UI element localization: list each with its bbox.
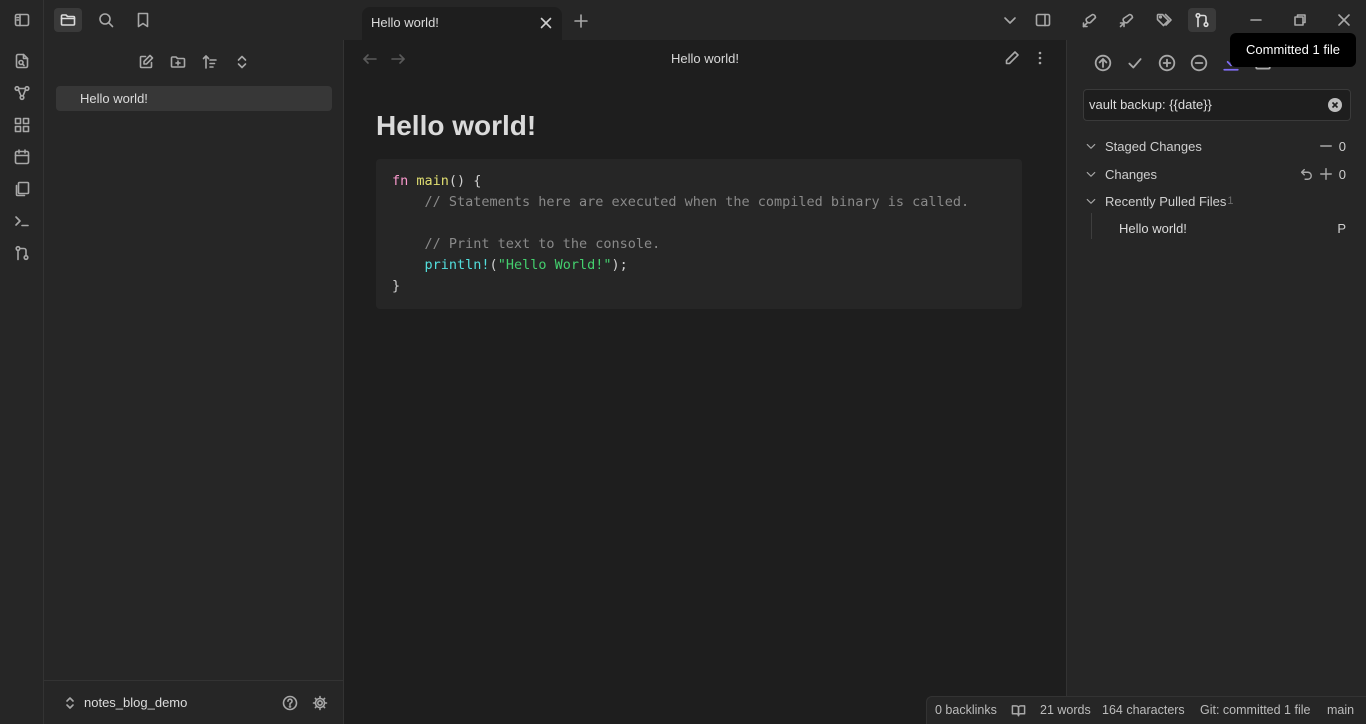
tab-title: Hello world! <box>371 15 439 30</box>
status-bar: 0 backlinks 21 words 164 characters Git:… <box>926 696 1366 724</box>
edit-mode-pencil-icon[interactable] <box>1004 50 1020 66</box>
discard-all-undo-icon[interactable] <box>1299 167 1313 181</box>
graph-view-icon[interactable] <box>14 85 30 101</box>
new-note-icon[interactable] <box>136 52 156 72</box>
code-keyword: fn <box>392 173 409 189</box>
source-control-panel: vault backup: {{date}} Staged Changes 0 … <box>1066 40 1366 724</box>
staged-count: 0 <box>1338 139 1346 154</box>
vault-name[interactable]: notes_blog_demo <box>84 695 187 710</box>
chevron-down-icon <box>1086 143 1096 149</box>
code-block: fn main() { // Statements here are execu… <box>376 159 1022 309</box>
code-comment: // Statements here are executed when the… <box>424 194 970 210</box>
new-folder-icon[interactable] <box>168 52 188 72</box>
git-push-icon[interactable] <box>1113 8 1141 32</box>
character-count: 164 characters <box>1102 703 1185 717</box>
recently-pulled-header[interactable]: Recently Pulled Files 1 <box>1085 191 1234 211</box>
staged-changes-label: Staged Changes <box>1105 138 1202 154</box>
left-ribbon <box>0 0 44 724</box>
stage-all-plus-icon[interactable] <box>1319 167 1333 181</box>
file-item[interactable]: Hello world! <box>56 86 332 111</box>
tab-source-control[interactable] <box>1188 8 1216 32</box>
git-status[interactable]: Git: committed 1 file <box>1200 703 1310 717</box>
note-heading: Hello world! <box>376 110 537 141</box>
pulled-file-item[interactable]: Hello world! <box>1119 221 1187 236</box>
tab-search[interactable] <box>92 8 120 32</box>
more-options-icon[interactable] <box>1032 50 1048 66</box>
recently-pulled-label: Recently Pulled Files <box>1105 193 1227 209</box>
staged-changes-header[interactable]: Staged Changes <box>1085 136 1202 156</box>
commit-check-icon[interactable] <box>1126 54 1144 72</box>
tab-hello-world[interactable]: Hello world! <box>362 7 562 40</box>
commit-message-text: vault backup: {{date}} <box>1089 97 1212 112</box>
code-text: () { <box>448 173 482 189</box>
source-control-icon[interactable] <box>14 245 30 261</box>
code-comment: // Print text to the console. <box>424 236 661 252</box>
editor-pane: Hello world! Hello world! fn main() { //… <box>344 40 1066 724</box>
sidebar-toggle-icon[interactable] <box>14 12 30 28</box>
canvas-icon[interactable] <box>14 117 30 133</box>
code-function-name: main <box>416 173 449 189</box>
tags-icon[interactable] <box>1150 8 1178 32</box>
code-text: } <box>392 278 401 294</box>
tab-bookmarks[interactable] <box>129 8 157 32</box>
word-count: 21 words <box>1040 703 1091 717</box>
pulled-file-status: P <box>1337 221 1346 236</box>
tab-files[interactable] <box>54 8 82 32</box>
git-pull-icon[interactable] <box>1076 8 1104 32</box>
calendar-icon[interactable] <box>14 149 30 165</box>
close-tab-icon[interactable] <box>538 15 554 31</box>
toggle-right-sidebar-button[interactable] <box>1029 8 1057 32</box>
git-branch[interactable]: main <box>1327 703 1354 717</box>
view-header-title[interactable]: Hello world! <box>344 51 1066 66</box>
recently-pulled-count: 1 <box>1227 195 1234 207</box>
code-text: ); <box>611 257 628 273</box>
title-bar <box>44 0 1366 40</box>
close-window-button[interactable] <box>1330 8 1358 32</box>
code-text: ( <box>489 257 498 273</box>
tab-list-dropdown[interactable] <box>996 8 1024 32</box>
changes-label: Changes <box>1105 166 1158 182</box>
reading-mode-book-icon[interactable] <box>1011 703 1026 718</box>
backlinks-count[interactable]: 0 backlinks <box>935 703 997 717</box>
vault-switcher-bar: notes_blog_demo <box>44 680 344 724</box>
vault-switcher-chevron-icon[interactable] <box>62 695 78 711</box>
restore-button[interactable] <box>1286 8 1314 32</box>
command-palette-icon[interactable] <box>14 213 30 229</box>
changes-header[interactable]: Changes <box>1085 164 1157 184</box>
code-string: "Hello World!" <box>497 257 612 273</box>
templates-icon[interactable] <box>14 181 30 197</box>
changes-count: 0 <box>1338 167 1346 182</box>
chevron-down-icon <box>1086 198 1096 204</box>
commit-message-input[interactable]: vault backup: {{date}} <box>1083 89 1351 121</box>
sort-icon[interactable] <box>200 52 220 72</box>
tree-guide-line <box>1091 213 1092 239</box>
push-icon[interactable] <box>1094 54 1112 72</box>
unstage-all-icon[interactable] <box>1190 54 1208 72</box>
unstage-all-minus-icon[interactable] <box>1319 139 1333 153</box>
chevron-down-icon <box>1086 171 1096 177</box>
help-icon[interactable] <box>282 695 298 711</box>
new-tab-icon[interactable] <box>573 13 589 29</box>
file-explorer: Hello world! notes_blog_demo <box>44 40 344 724</box>
open-quick-switcher-icon[interactable] <box>14 53 30 69</box>
settings-gear-icon[interactable] <box>312 695 328 711</box>
collapse-all-icon[interactable] <box>232 52 252 72</box>
stage-all-icon[interactable] <box>1158 54 1176 72</box>
code-macro: println! <box>424 257 490 273</box>
clear-input-icon[interactable] <box>1328 98 1342 112</box>
minimize-button[interactable] <box>1242 8 1270 32</box>
commit-tooltip: Committed 1 file <box>1230 33 1356 67</box>
